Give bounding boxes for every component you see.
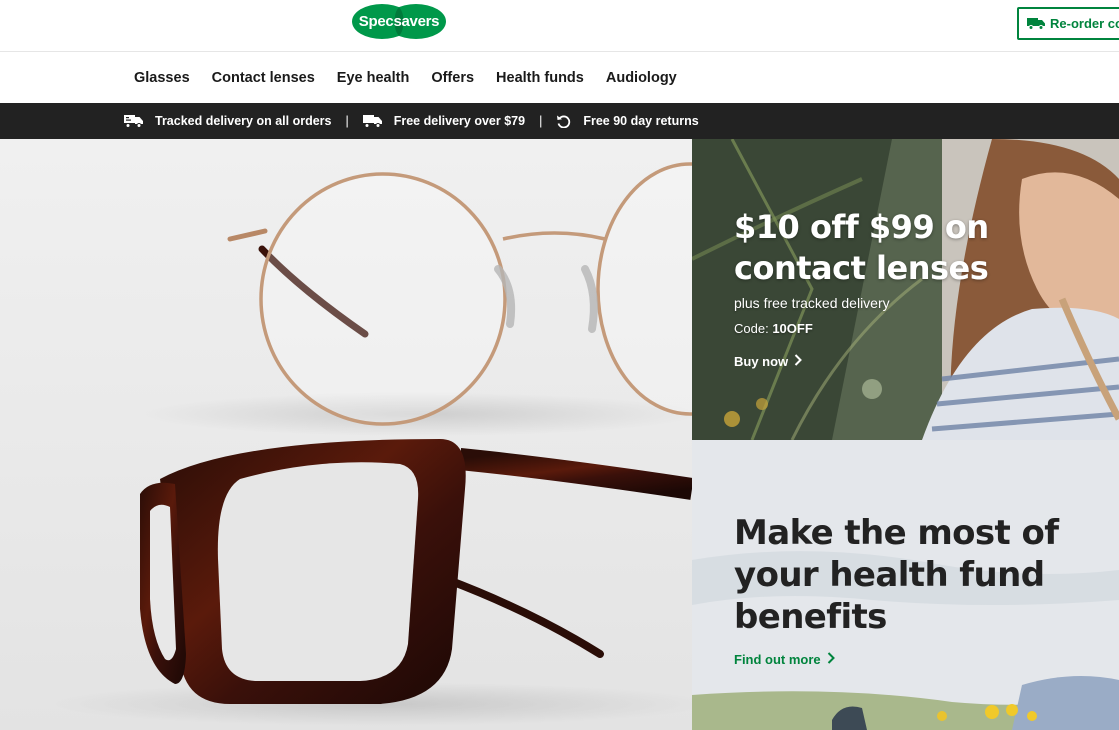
usp-separator: | <box>539 114 543 128</box>
site-header: Specsavers Re-order contacts <box>0 0 1119 52</box>
specsavers-logo[interactable]: Specsavers <box>352 4 446 39</box>
nav-item-offers[interactable]: Offers <box>431 70 474 86</box>
nav-item-health-funds[interactable]: Health funds <box>496 70 584 86</box>
logo-text: Specsavers <box>358 13 440 30</box>
reorder-contacts-button[interactable]: Re-order contacts <box>1017 7 1119 40</box>
nav-item-audiology[interactable]: Audiology <box>606 70 677 86</box>
delivery-truck-icon <box>124 114 143 128</box>
usp-label: Tracked delivery on all orders <box>155 114 332 128</box>
promo-health-title: Make the most of your health fund benefi… <box>734 513 1059 637</box>
usp-free-delivery: Free delivery over $79 <box>362 114 526 128</box>
nav-item-eye-health[interactable]: Eye health <box>337 70 410 86</box>
usp-bar: Tracked delivery on all orders | Free de… <box>0 103 1119 139</box>
nav-item-glasses[interactable]: Glasses <box>134 70 190 86</box>
promo-code-value: 10OFF <box>772 321 813 336</box>
promo-contacts-title: $10 off $99 on contact lenses <box>734 208 989 287</box>
nav-item-contact-lenses[interactable]: Contact lenses <box>212 70 315 86</box>
find-out-more-label: Find out more <box>734 652 821 667</box>
chevron-right-icon <box>794 354 803 369</box>
buy-now-link[interactable]: Buy now <box>734 354 803 369</box>
truck-icon <box>362 114 382 128</box>
main-nav: Glasses Contact lenses Eye health Offers… <box>0 52 1119 103</box>
find-out-more-link[interactable]: Find out more <box>734 652 835 667</box>
reorder-label: Re-order contacts <box>1050 16 1119 31</box>
hero-glasses-image[interactable] <box>0 139 692 730</box>
promo-contacts-subtitle: plus free tracked delivery <box>734 295 890 311</box>
usp-free-returns: Free 90 day returns <box>556 114 699 128</box>
promo-contact-lenses[interactable]: $10 off $99 on contact lenses plus free … <box>692 139 1119 440</box>
usp-label: Free delivery over $79 <box>393 114 526 128</box>
promo-code-label: Code: <box>734 321 769 336</box>
usp-separator: | <box>345 114 349 128</box>
promo-health-fund[interactable]: Make the most of your health fund benefi… <box>692 440 1119 730</box>
delivery-truck-icon <box>1027 17 1045 30</box>
return-arrow-icon <box>556 114 571 128</box>
buy-now-label: Buy now <box>734 354 789 369</box>
usp-label: Free 90 day returns <box>583 114 699 128</box>
glasses-illustration <box>50 162 692 726</box>
promo-code: Code: 10OFF <box>734 321 1119 336</box>
chevron-right-icon <box>827 652 835 667</box>
usp-tracked-delivery: Tracked delivery on all orders <box>124 114 331 128</box>
